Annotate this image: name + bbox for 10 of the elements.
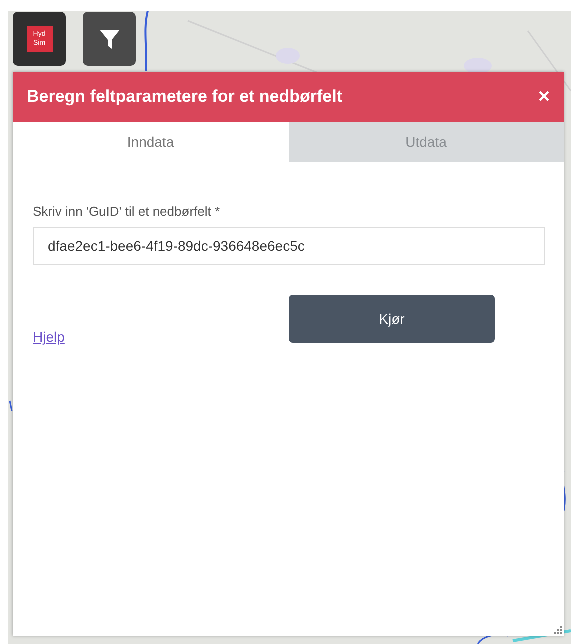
filter-icon: [98, 27, 122, 51]
run-button[interactable]: Kjør: [289, 295, 495, 343]
filter-button[interactable]: [83, 12, 136, 66]
guid-input-field[interactable]: dfae2ec1-bee6-4f19-89dc-936648e6ec5c: [33, 227, 545, 265]
tab[interactable]: Utdata: [288, 122, 564, 162]
help-link[interactable]: Hjelp: [33, 329, 65, 345]
panel-title: Beregn feltparametere for et nedbørfelt: [27, 87, 343, 107]
field-label: Skriv inn 'GuID' til et nedbørfelt *: [33, 204, 222, 219]
close-button[interactable]: ×: [538, 86, 550, 108]
resize-grip-icon: [554, 626, 562, 634]
